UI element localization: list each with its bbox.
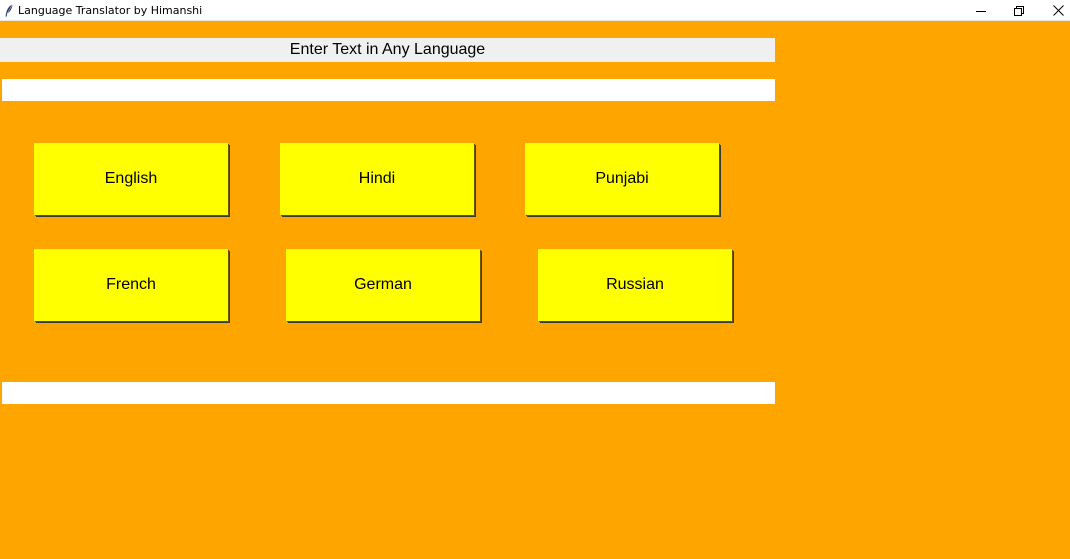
- prompt-label: Enter Text in Any Language: [0, 38, 775, 62]
- hindi-button[interactable]: Hindi: [280, 143, 474, 215]
- close-button[interactable]: [1040, 0, 1070, 21]
- restore-button[interactable]: [1001, 0, 1037, 21]
- minimize-icon: [976, 10, 986, 12]
- english-button[interactable]: English: [34, 143, 228, 215]
- source-text-input[interactable]: [2, 79, 775, 101]
- minimize-button[interactable]: [963, 0, 999, 21]
- feather-icon: [5, 4, 13, 17]
- restore-icon: [1014, 5, 1024, 16]
- title-bar: Language Translator by Himanshi: [0, 0, 1070, 21]
- french-button[interactable]: French: [34, 249, 228, 321]
- translation-output-field[interactable]: [2, 382, 775, 404]
- app-window-body: Enter Text in Any Language English Hindi…: [0, 21, 1070, 559]
- german-button[interactable]: German: [286, 249, 480, 321]
- russian-button[interactable]: Russian: [538, 249, 732, 321]
- close-icon: [1052, 5, 1064, 16]
- window-title: Language Translator by Himanshi: [18, 4, 203, 17]
- punjabi-button[interactable]: Punjabi: [525, 143, 719, 215]
